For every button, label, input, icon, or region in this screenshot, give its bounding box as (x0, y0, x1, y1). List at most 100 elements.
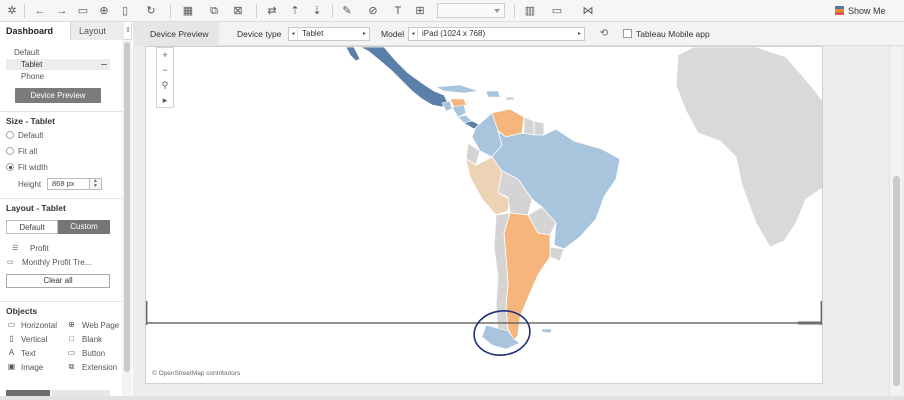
undo-icon[interactable]: ← (32, 3, 48, 19)
toolbar-divider (24, 4, 25, 18)
canvas-scrollbar[interactable] (889, 46, 902, 400)
duplicate-icon[interactable]: ⧉ (206, 3, 222, 19)
size-heading: Size - Tablet (6, 116, 55, 126)
sheet-icon: ☰ (12, 245, 19, 252)
tab-dashboard[interactable]: Dashboard (0, 22, 70, 40)
objects-heading: Objects (6, 306, 38, 316)
map-region-falklands (541, 328, 553, 334)
labels-icon[interactable]: T (390, 3, 406, 19)
pin-icon[interactable]: ⚲ (157, 78, 173, 93)
rotate-device-icon[interactable]: ⟲ (598, 28, 610, 40)
sidebar-scrollbar[interactable] (122, 40, 132, 400)
toolbar-divider (170, 4, 171, 18)
object-text[interactable]: Text (21, 349, 36, 358)
height-input[interactable]: 868 px (47, 178, 90, 190)
zoom-out-icon[interactable]: − (157, 63, 173, 78)
chevron-left-icon[interactable]: ◂ (289, 28, 298, 40)
new-worksheet-icon[interactable]: ▦ (180, 3, 196, 19)
tableau-logo-icon[interactable]: ✲ (4, 3, 20, 19)
chevron-right-icon[interactable]: ▸ (575, 28, 584, 40)
fit-dropdown[interactable] (437, 3, 505, 18)
dashboard-page: + − ⚲ ▸ © OpenStreetMap contributors (145, 46, 823, 384)
device-preview-bar: Device Preview Device type ◂ Tablet ▸ Mo… (133, 22, 904, 46)
map-region-suriname (533, 120, 545, 136)
presentation-icon[interactable]: ▭ (549, 3, 565, 19)
dashboard-sidebar: Dashboard Layout ⇕ Default Tablet Phone … (0, 22, 132, 400)
map-region-cuba (435, 84, 479, 94)
object-blank[interactable]: Blank (82, 335, 102, 344)
tableau-mobile-label[interactable]: Tableau Mobile app (636, 22, 710, 46)
toolbar-divider (514, 4, 515, 18)
layout-heading: Layout - Tablet (6, 203, 66, 213)
map-view[interactable] (146, 47, 823, 384)
device-type-select[interactable]: ◂ Tablet ▸ (288, 27, 370, 41)
object-vertical[interactable]: Vertical (21, 335, 47, 344)
button-icon: ▭ (67, 348, 76, 357)
map-region-baja (345, 47, 361, 62)
show-cards-icon[interactable]: ▥ (522, 3, 538, 19)
height-stepper[interactable]: ▲ ▼ (90, 178, 102, 190)
map-attribution: © OpenStreetMap contributors (152, 370, 241, 377)
object-image[interactable]: Image (21, 363, 43, 372)
highlight-icon[interactable]: ✎ (339, 3, 355, 19)
object-extension[interactable]: Extension (82, 363, 117, 372)
clear-all-button[interactable]: Clear all (6, 274, 110, 288)
fix-axes-icon[interactable]: ⊞ (412, 3, 428, 19)
device-item-tablet[interactable]: Tablet (21, 60, 42, 69)
sheet-item-monthly-profit[interactable]: Monthly Profit Tre... (22, 258, 91, 267)
size-option-fit-width[interactable]: Fit width (18, 163, 48, 172)
show-me-icon (835, 6, 844, 15)
model-select[interactable]: ◂ iPad (1024 x 768) ▸ (408, 27, 585, 41)
redo-icon[interactable]: → (54, 3, 70, 19)
collapse-icon[interactable] (101, 64, 107, 65)
object-web-page[interactable]: Web Page (82, 321, 119, 330)
pause-updates-icon[interactable]: ▯ (117, 3, 133, 19)
toolbar: ✲ ← → ▭ ⊕ ▯ ↻ ▦ ⧉ ⊠ ⇄ ⇡ ⇣ ✎ ⊘ T ⊞ ▥ ▭ ⋈ … (0, 0, 904, 22)
device-preview-button[interactable]: Device Preview (15, 88, 101, 103)
sort-asc-icon[interactable]: ⇡ (287, 3, 303, 19)
sheet-item-profit[interactable]: Profit (30, 244, 49, 253)
layout-custom-button[interactable]: Custom (58, 220, 110, 234)
refresh-icon[interactable]: ↻ (143, 3, 159, 19)
show-me-button[interactable]: Show Me (835, 3, 886, 19)
save-icon[interactable]: ▭ (75, 3, 91, 19)
device-preview-title: Device Preview (133, 22, 219, 46)
device-item-default[interactable]: Default (14, 48, 39, 57)
chevron-left-icon[interactable]: ◂ (409, 28, 418, 40)
chevron-right-icon[interactable]: ▸ (360, 28, 369, 40)
map-tools: + − ⚲ ▸ (156, 47, 174, 108)
size-radio-default[interactable] (6, 131, 14, 139)
size-radio-fit-width[interactable] (6, 163, 14, 171)
size-radio-fit-all[interactable] (6, 147, 14, 155)
clear-sheet-icon[interactable]: ⊠ (230, 3, 246, 19)
size-option-fit-all[interactable]: Fit all (18, 147, 37, 156)
map-region-puerto-rico (505, 96, 515, 101)
sheet-icon: ▭ (7, 259, 14, 266)
zoom-in-icon[interactable]: + (157, 48, 173, 63)
object-button[interactable]: Button (82, 349, 105, 358)
map-region-hispaniola (485, 90, 501, 98)
tableau-mobile-checkbox[interactable] (623, 29, 632, 38)
map-region-guyana (523, 116, 535, 136)
dashboard-canvas: + − ⚲ ▸ © OpenStreetMap contributors (133, 46, 904, 400)
group-icon[interactable]: ⊘ (365, 3, 381, 19)
show-me-label: Show Me (848, 6, 886, 16)
map-region-uruguay (549, 246, 565, 262)
collapse-panel-icon[interactable]: ⇕ (124, 22, 132, 40)
object-horizontal[interactable]: Horizontal (21, 321, 57, 330)
image-icon: ▣ (7, 362, 16, 371)
new-datasource-icon[interactable]: ⊕ (96, 3, 112, 19)
share-icon[interactable]: ⋈ (580, 3, 596, 19)
scrollbar-thumb[interactable] (893, 176, 900, 386)
scrollbar-thumb[interactable] (124, 42, 130, 372)
size-option-default[interactable]: Default (18, 131, 43, 140)
device-item-phone[interactable]: Phone (21, 72, 44, 81)
height-label: Height (18, 180, 42, 189)
expand-tools-icon[interactable]: ▸ (157, 93, 173, 108)
swap-icon[interactable]: ⇄ (264, 3, 280, 19)
layout-default-button[interactable]: Default (6, 220, 58, 234)
sort-desc-icon[interactable]: ⇣ (309, 3, 325, 19)
text-icon: A (8, 348, 15, 357)
tab-layout[interactable]: Layout (70, 22, 124, 40)
vertical-container-icon: ▯ (9, 334, 14, 343)
